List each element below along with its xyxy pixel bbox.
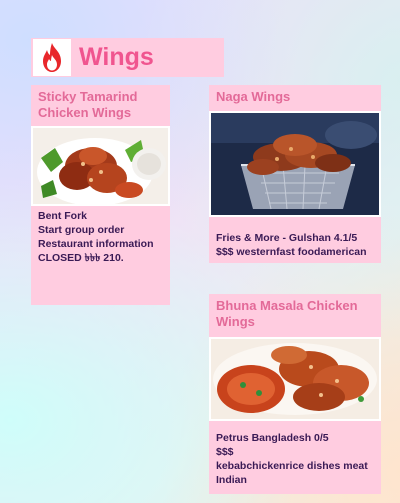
restaurant-information-link[interactable]: Restaurant information — [38, 237, 166, 251]
dish-title[interactable]: Bhuna Masala Chicken Wings — [216, 298, 376, 330]
fire-icon — [33, 39, 71, 76]
food-photo-icon — [211, 339, 379, 419]
restaurant-rating[interactable]: Petrus Bangladesh 0/5 — [216, 431, 377, 445]
restaurant-info: Bent Fork Start group order Restaurant i… — [38, 209, 166, 265]
dish-title[interactable]: Sticky Tamarind Chicken Wings — [38, 89, 166, 121]
category-header: Wings — [31, 38, 224, 77]
dish-image[interactable] — [209, 337, 381, 421]
food-photo-icon — [33, 128, 168, 204]
price-cuisine: $$$ westernfast foodamerican — [216, 246, 367, 258]
dish-card-sticky-tamarind[interactable]: Sticky Tamarind Chicken Wings Bent Fork … — [31, 85, 170, 305]
status-price: CLOSED ৳৳৳ 210. — [38, 252, 124, 264]
restaurant-info: Petrus Bangladesh 0/5 $$$ kebabchickenri… — [216, 431, 377, 487]
dish-image[interactable] — [31, 126, 170, 206]
page-title: Wings — [79, 43, 154, 71]
restaurant-info: Fries & More - Gulshan 4.1/5 $$$ western… — [216, 231, 377, 259]
dish-title[interactable]: Naga Wings — [216, 89, 376, 105]
dish-card-bhuna-masala[interactable]: Bhuna Masala Chicken Wings Petrus Bangla… — [209, 294, 381, 494]
food-photo-icon — [211, 113, 379, 215]
dish-image[interactable] — [209, 111, 381, 217]
cuisine-tags: kebabchickenrice dishes meat Indian — [216, 460, 368, 486]
price-level: $$$ — [216, 446, 234, 458]
restaurant-rating[interactable]: Fries & More - Gulshan 4.1/5 — [216, 231, 377, 245]
restaurant-name[interactable]: Bent Fork — [38, 209, 166, 223]
dish-card-naga-wings[interactable]: Naga Wings Fries & More - Gulshan 4.1/5 … — [209, 85, 381, 263]
start-group-order-link[interactable]: Start group order — [38, 223, 166, 237]
